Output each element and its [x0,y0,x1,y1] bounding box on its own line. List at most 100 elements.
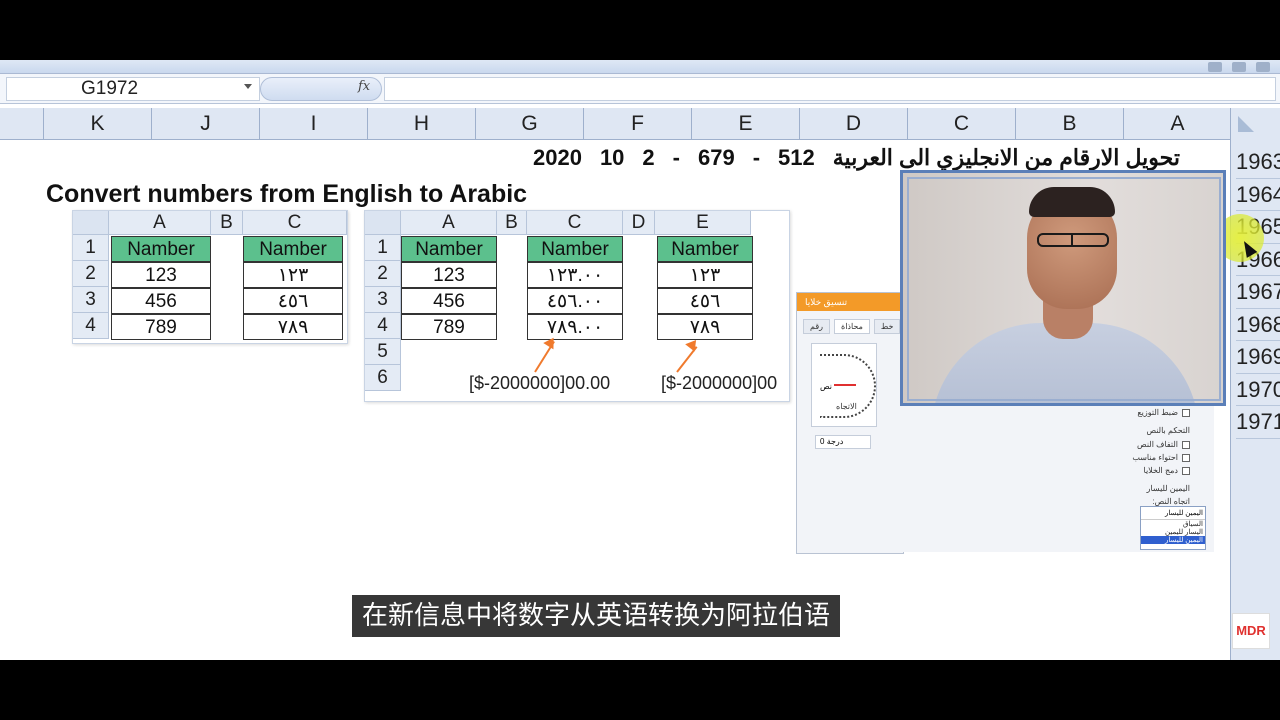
table-cell: ٤٥٦ [657,288,753,314]
degrees-label: درجة [826,437,844,446]
table-cell: ٤٥٦.٠٠ [527,288,623,314]
row-header[interactable]: 1964 [1236,179,1280,211]
checkbox[interactable] [1182,453,1190,462]
mini-row-header: 2 [73,261,109,287]
headline-number: 512 [778,145,815,170]
table-cell: ٤٥٦ [243,288,343,314]
table-cell: 789 [401,314,497,340]
row-header[interactable]: 1969 [1236,341,1280,374]
text-direction-label: اتجاه النص: [1152,497,1190,506]
row-header[interactable]: 1971 [1236,406,1280,439]
column-headers: K J I H G F E D C B A [0,108,1232,140]
column-header-j[interactable]: J [152,108,260,140]
excel-window: G1972 fx K J I H G F E D C B A 1963 1964… [0,60,1280,660]
headline-number: 679 [698,145,735,170]
mini-col-header: A [109,211,211,235]
tab-font[interactable]: خط [873,319,901,334]
orientation-needle[interactable] [834,384,856,386]
option-label: احتواء مناسب [1132,453,1178,462]
formula-bar: G1972 fx [0,74,1280,104]
headline-number: 2 [642,145,655,170]
table-cell: ١٢٣ [243,262,343,288]
degrees-field[interactable]: 0 درجة [815,435,871,449]
format-code-c: [$-2000000]00.00 [469,373,611,393]
checkbox[interactable] [1182,466,1190,475]
window-controls [1208,60,1270,74]
rtl-heading: اليمين لليسار [1147,484,1190,493]
column-header-b[interactable]: B [1016,108,1124,140]
restore-icon[interactable] [1232,62,1246,72]
mini-col-header: C [527,211,623,235]
mini-row-header: 1 [73,235,109,261]
mini-row-header: 3 [73,287,109,313]
headline-number: 10 [599,145,625,170]
degrees-value: 0 [820,437,825,446]
mini-col-header: B [497,211,527,235]
option-wrap-text[interactable]: التفاف النص [1137,440,1190,449]
option-label: ضبط التوزيع [1137,408,1178,417]
checkbox[interactable] [1182,440,1190,449]
option-label: دمج الخلايا [1143,466,1179,475]
row-header[interactable]: 1963 [1236,146,1280,179]
option-label: اليمين لليسار [1146,484,1190,493]
dialog-title: تنسيق خلايا [797,293,903,311]
table-cell: ١٢٣ [657,262,753,288]
table-header-cell: Namber [401,236,497,262]
tab-alignment[interactable]: محاذاة [834,319,870,334]
row-header[interactable]: 1968 [1236,309,1280,341]
fx-icon[interactable]: fx [358,79,370,94]
table-cell: 123 [401,262,497,288]
dropdown-option[interactable]: اليسار لليمين [1141,528,1205,536]
headline-number: 2020 [532,145,582,170]
format-code-e: [$-2000000]00 [661,373,778,393]
table-cell: ٧٨٩ [657,314,753,340]
dropdown-selected[interactable]: اليمين لليسار [1141,507,1205,520]
text-direction-select[interactable]: اليمين لليسار السياق اليسار لليمين اليمي… [1140,506,1206,550]
column-header-f[interactable]: F [584,108,692,140]
table-cell: 789 [111,314,211,340]
column-header-e[interactable]: E [692,108,800,140]
mini-row-header: 4 [73,313,109,339]
checkbox[interactable] [1182,408,1190,417]
tab-number[interactable]: رقم [803,319,831,334]
english-title: Convert numbers from English to Arabic [46,180,528,208]
table-header-cell: Namber [111,236,211,262]
column-header-g[interactable]: G [476,108,584,140]
mini-row-header: 2 [365,261,401,287]
video-subtitle: 在新信息中将数字从英语转换为阿拉伯语 [352,595,841,637]
dropdown-option[interactable]: اليمين لليسار [1141,536,1205,544]
table-header-cell: Namber [243,236,343,262]
channel-logo: MDR [1232,613,1270,649]
dropdown-option[interactable]: السياق [1141,520,1205,528]
mini-col-header: B [211,211,243,235]
select-all-corner[interactable] [1238,116,1254,132]
table-header-cell: Namber [527,236,623,262]
option-justify-distributed[interactable]: ضبط التوزيع [1137,408,1190,417]
example-sheet-2: A B C D E 1 2 3 4 5 6 Namber 123 456 789… [364,210,790,402]
column-header-h[interactable]: H [368,108,476,140]
mini-col-header: A [401,211,497,235]
headline-dash: - [752,145,761,170]
name-box[interactable]: G1972 [6,77,260,101]
close-icon[interactable] [1256,62,1270,72]
table-cell: ٧٨٩.٠٠ [527,314,623,340]
orientation-box[interactable]: الاتجاه نص [811,343,877,427]
column-header-a[interactable]: A [1124,108,1232,140]
formula-input[interactable] [384,77,1276,101]
table-cell: 123 [111,262,211,288]
minimize-icon[interactable] [1208,62,1222,72]
mini-row-header: 6 [365,365,401,391]
mini-row-header: 3 [365,287,401,313]
column-header-k[interactable]: K [44,108,152,140]
column-header-d[interactable]: D [800,108,908,140]
row-header[interactable]: 1967 [1236,276,1280,309]
row-header[interactable]: 1970 [1236,374,1280,406]
table-header-cell: Namber [657,236,753,262]
option-merge-cells[interactable]: دمج الخلايا [1143,466,1190,475]
letterbox-top [0,0,1280,60]
column-header-c[interactable]: C [908,108,1016,140]
chevron-down-icon[interactable] [244,84,252,89]
letterbox-bottom [0,660,1280,720]
option-shrink-to-fit[interactable]: احتواء مناسب [1132,453,1190,462]
column-header-i[interactable]: I [260,108,368,140]
